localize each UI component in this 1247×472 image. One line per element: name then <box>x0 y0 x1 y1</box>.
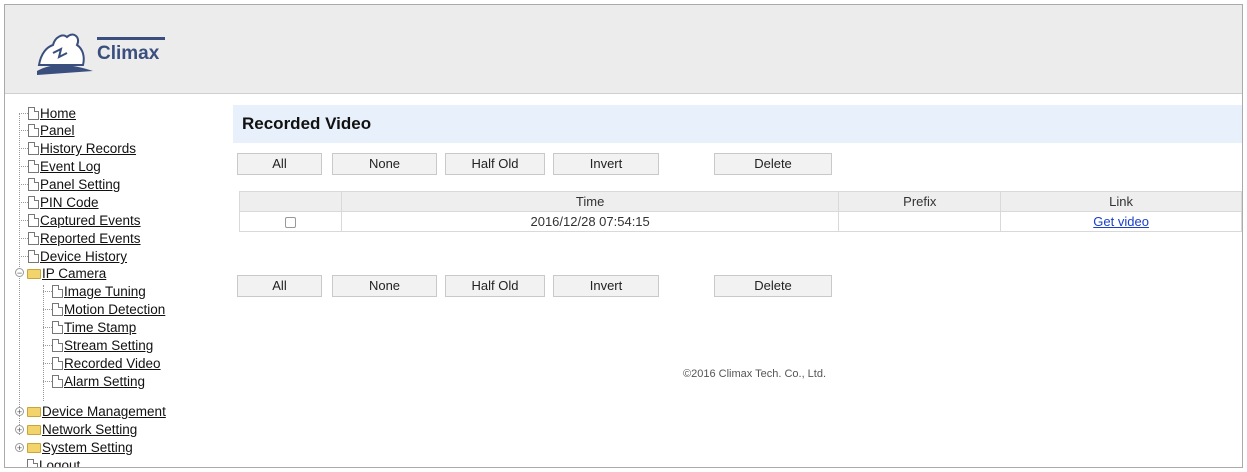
sidebar-link-system-setting[interactable]: System Setting <box>42 440 133 455</box>
invert-selection-button[interactable]: Invert <box>553 153 659 175</box>
sidebar-item-stream-setting[interactable]: Stream Setting <box>43 337 153 354</box>
folder-icon <box>27 443 41 453</box>
folder-icon <box>27 425 41 435</box>
sidebar-link-reported-events[interactable]: Reported Events <box>40 231 141 246</box>
document-icon <box>52 285 63 298</box>
sidebar-item-panel[interactable]: Panel <box>19 122 75 139</box>
document-icon <box>28 160 39 173</box>
folder-open-icon <box>27 269 41 279</box>
brand-name: Climax <box>97 43 160 64</box>
sidebar-link-pin-code[interactable]: PIN Code <box>40 195 99 210</box>
sidebar-item-recorded-video[interactable]: Recorded Video <box>43 355 161 372</box>
column-header-link: Link <box>1000 191 1242 212</box>
sidebar-link-home[interactable]: Home <box>40 106 76 121</box>
document-icon <box>27 459 38 467</box>
sidebar-item-panel-setting[interactable]: Panel Setting <box>19 176 120 193</box>
sidebar-item-device-management[interactable]: Device Management <box>27 403 166 420</box>
sidebar-item-system-setting[interactable]: System Setting <box>27 439 133 456</box>
row-prefix <box>838 211 1002 232</box>
column-header-prefix: Prefix <box>838 191 1002 212</box>
sidebar-item-network-setting[interactable]: Network Setting <box>27 421 137 438</box>
sidebar-item-reported-events[interactable]: Reported Events <box>19 230 141 247</box>
document-icon <box>28 142 39 155</box>
get-video-link[interactable]: Get video <box>1093 214 1149 229</box>
copyright-footer: ©2016 Climax Tech. Co., Ltd. <box>683 368 827 380</box>
select-all-button-bottom[interactable]: All <box>237 275 322 297</box>
column-header-select <box>239 191 342 212</box>
collapse-icon[interactable]: − <box>15 268 24 278</box>
document-icon <box>28 124 39 137</box>
invert-selection-button-bottom[interactable]: Invert <box>553 275 659 297</box>
sidebar-link-panel[interactable]: Panel <box>40 123 75 138</box>
row-link-cell: Get video <box>1000 211 1242 232</box>
table-row: 2016/12/28 07:54:15 Get video <box>239 211 1242 232</box>
document-icon <box>52 321 63 334</box>
sidebar-link-motion-detection[interactable]: Motion Detection <box>64 302 165 317</box>
row-time: 2016/12/28 07:54:15 <box>340 211 840 232</box>
document-icon <box>28 250 39 263</box>
sidebar-item-image-tuning[interactable]: Image Tuning <box>43 283 146 300</box>
page-title: Recorded Video <box>242 114 372 133</box>
sidebar-item-pin-code[interactable]: PIN Code <box>19 194 99 211</box>
folder-icon <box>27 407 41 417</box>
row-checkbox[interactable] <box>284 217 296 228</box>
document-icon <box>28 232 39 245</box>
sidebar-item-time-stamp[interactable]: Time Stamp <box>43 319 136 336</box>
sidebar-link-captured-events[interactable]: Captured Events <box>40 213 141 228</box>
document-icon <box>52 339 63 352</box>
sidebar-link-time-stamp[interactable]: Time Stamp <box>64 320 136 335</box>
sidebar-link-recorded-video[interactable]: Recorded Video <box>64 356 161 371</box>
sidebar-link-alarm-setting[interactable]: Alarm Setting <box>64 374 145 389</box>
column-header-time: Time <box>340 191 840 212</box>
sidebar-link-logout[interactable]: Logout <box>39 458 80 467</box>
document-icon <box>28 196 39 209</box>
sidebar-item-logout[interactable]: Logout <box>27 457 80 467</box>
sidebar-item-captured-events[interactable]: Captured Events <box>19 212 141 229</box>
sidebar-item-device-history[interactable]: Device History <box>19 248 127 265</box>
recorded-video-table: Time Prefix Link 2016/12/28 07:54:15 Get… <box>239 191 1242 232</box>
select-half-old-button-bottom[interactable]: Half Old <box>445 275 545 297</box>
document-icon <box>28 178 39 191</box>
select-none-button-bottom[interactable]: None <box>332 275 437 297</box>
select-half-old-button[interactable]: Half Old <box>445 153 545 175</box>
sidebar-item-home[interactable]: Home <box>19 105 76 122</box>
select-all-button[interactable]: All <box>237 153 322 175</box>
sidebar-link-device-management[interactable]: Device Management <box>42 404 166 419</box>
expand-icon[interactable]: + <box>15 443 24 453</box>
header: Climax <box>5 5 1242 94</box>
sidebar-link-stream-setting[interactable]: Stream Setting <box>64 338 153 353</box>
document-icon <box>28 214 39 227</box>
document-icon <box>52 303 63 316</box>
sidebar-item-history-records[interactable]: History Records <box>19 140 136 157</box>
document-icon <box>52 357 63 370</box>
document-icon <box>52 375 63 388</box>
expand-icon[interactable]: + <box>15 407 24 417</box>
delete-button-bottom[interactable]: Delete <box>714 275 832 297</box>
select-none-button[interactable]: None <box>332 153 437 175</box>
sidebar-link-network-setting[interactable]: Network Setting <box>42 422 137 437</box>
document-icon <box>28 107 39 120</box>
delete-button[interactable]: Delete <box>714 153 832 175</box>
app-frame: Climax Home Panel History Records Event … <box>4 4 1243 468</box>
sidebar-link-image-tuning[interactable]: Image Tuning <box>64 284 146 299</box>
row-select-cell <box>239 211 342 232</box>
sidebar-link-device-history[interactable]: Device History <box>40 249 127 264</box>
sidebar-link-ip-camera[interactable]: IP Camera <box>42 266 106 281</box>
sidebar-link-panel-setting[interactable]: Panel Setting <box>40 177 120 192</box>
sidebar-item-ip-camera[interactable]: IP Camera <box>27 265 106 282</box>
sidebar-item-alarm-setting[interactable]: Alarm Setting <box>43 373 145 390</box>
title-bar: Recorded Video <box>233 105 1242 143</box>
expand-icon[interactable]: + <box>15 425 24 435</box>
sidebar-item-event-log[interactable]: Event Log <box>19 158 101 175</box>
table-header-row: Time Prefix Link <box>239 191 1242 212</box>
sidebar-item-motion-detection[interactable]: Motion Detection <box>43 301 165 318</box>
sidebar-link-history-records[interactable]: History Records <box>40 141 136 156</box>
sidebar-link-event-log[interactable]: Event Log <box>40 159 101 174</box>
